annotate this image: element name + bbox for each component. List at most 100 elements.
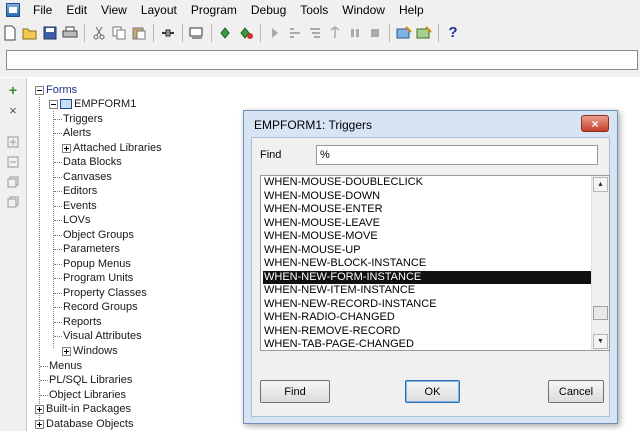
- tree-node-property-classes[interactable]: Property Classes: [54, 286, 147, 300]
- tree-node-parameters[interactable]: Parameters: [54, 242, 120, 256]
- trigger-list-items: WHEN-MOUSE-DOUBLECLICK WHEN-MOUSE-DOWN WHE…: [263, 176, 593, 350]
- paste-icon[interactable]: [130, 24, 148, 42]
- menu-tools[interactable]: Tools: [293, 0, 335, 20]
- expand-all-icon[interactable]: [5, 174, 21, 190]
- tree-node-canvases[interactable]: Canvases: [54, 170, 112, 184]
- tree-node-forms[interactable]: Forms: [35, 83, 77, 97]
- tree-node-events[interactable]: Events: [54, 199, 97, 213]
- toolbar-separator: [260, 23, 261, 42]
- new-icon[interactable]: [1, 24, 19, 42]
- triggers-dialog: EMPFORM1: Triggers × Find % WHEN-MOUSE-D…: [243, 110, 618, 424]
- tree-node-object-libraries[interactable]: Object Libraries: [40, 388, 126, 402]
- list-item[interactable]: WHEN-RADIO-CHANGED: [263, 311, 593, 325]
- list-item[interactable]: WHEN-MOUSE-UP: [263, 244, 593, 258]
- tree-node-reports[interactable]: Reports: [54, 315, 102, 329]
- tree-node-built-in-packages[interactable]: Built-in Packages: [35, 402, 131, 416]
- step-into-icon[interactable]: [266, 24, 284, 42]
- scroll-down-icon[interactable]: ▼: [593, 334, 608, 349]
- expand-icon[interactable]: [62, 143, 71, 153]
- list-item[interactable]: WHEN-MOUSE-DOUBLECLICK: [263, 176, 593, 190]
- toolbar-separator: [182, 23, 183, 42]
- menu-window[interactable]: Window: [335, 0, 392, 20]
- tree-node-attached-libraries[interactable]: Attached Libraries: [62, 141, 162, 155]
- create-icon[interactable]: +: [5, 82, 21, 98]
- find-input[interactable]: %: [316, 145, 598, 165]
- menu-view[interactable]: View: [94, 0, 134, 20]
- wizard-icon[interactable]: [395, 24, 413, 42]
- step-over-icon[interactable]: [286, 24, 304, 42]
- vertical-scrollbar[interactable]: ▲ ▼: [591, 176, 609, 350]
- app-icon: [6, 3, 20, 17]
- tree-node-popup-menus[interactable]: Popup Menus: [54, 257, 131, 271]
- tree-node-lovs[interactable]: LOVs: [54, 213, 91, 227]
- tree-node-database-objects[interactable]: Database Objects: [35, 417, 133, 431]
- save-icon[interactable]: [41, 24, 59, 42]
- tree-node-data-blocks[interactable]: Data Blocks: [54, 155, 122, 169]
- list-item[interactable]: WHEN-MOUSE-LEAVE: [263, 217, 593, 231]
- expand-icon[interactable]: [35, 404, 44, 414]
- tree-node-visual-attributes[interactable]: Visual Attributes: [54, 329, 142, 343]
- scroll-up-icon[interactable]: ▲: [593, 177, 608, 192]
- tree-node-alerts[interactable]: Alerts: [54, 126, 91, 140]
- trigger-list[interactable]: WHEN-MOUSE-DOUBLECLICK WHEN-MOUSE-DOWN WHE…: [260, 175, 610, 351]
- find-button[interactable]: Find: [260, 380, 330, 403]
- tree-node-editors[interactable]: Editors: [54, 184, 97, 198]
- run-form-icon[interactable]: [217, 24, 235, 42]
- layout-wizard-icon[interactable]: [415, 24, 433, 42]
- list-item[interactable]: WHEN-MOUSE-ENTER: [263, 203, 593, 217]
- menu-bar: File Edit View Layout Program Debug Tool…: [0, 0, 640, 20]
- menu-edit[interactable]: Edit: [59, 0, 94, 20]
- toolbar-separator: [389, 23, 390, 42]
- tree-node-plsql-libraries[interactable]: PL/SQL Libraries: [40, 373, 132, 387]
- command-field[interactable]: [6, 50, 638, 70]
- list-item[interactable]: WHEN-TAB-PAGE-CHANGED: [263, 338, 593, 350]
- pause-icon[interactable]: [346, 24, 364, 42]
- tree-node-program-units[interactable]: Program Units: [54, 271, 133, 285]
- close-button[interactable]: ×: [581, 115, 609, 132]
- collapse-icon[interactable]: [5, 154, 21, 170]
- tree-node-form[interactable]: EMPFORM1: [49, 97, 136, 111]
- expand-icon[interactable]: [5, 134, 21, 150]
- tree-node-menus[interactable]: Menus: [40, 359, 82, 373]
- list-item[interactable]: WHEN-NEW-RECORD-INSTANCE: [263, 298, 593, 312]
- expand-icon[interactable]: [35, 419, 44, 429]
- help-icon[interactable]: ?: [444, 24, 462, 42]
- menu-help[interactable]: Help: [392, 0, 431, 20]
- connect-icon[interactable]: [159, 24, 177, 42]
- tree-node-windows[interactable]: Windows: [62, 344, 118, 358]
- list-item[interactable]: WHEN-MOUSE-MOVE: [263, 230, 593, 244]
- stop-icon[interactable]: [366, 24, 384, 42]
- open-icon[interactable]: [21, 24, 39, 42]
- collapse-icon[interactable]: [35, 85, 44, 95]
- tree-node-record-groups[interactable]: Record Groups: [54, 300, 138, 314]
- cancel-button[interactable]: Cancel: [548, 380, 604, 403]
- dialog-body: Find % WHEN-MOUSE-DOUBLECLICK WHEN-MOUSE-…: [251, 137, 610, 417]
- collapse-all-icon[interactable]: [5, 194, 21, 210]
- list-item[interactable]: WHEN-NEW-FORM-INSTANCE: [263, 270, 593, 284]
- list-item[interactable]: WHEN-NEW-ITEM-INSTANCE: [263, 284, 593, 298]
- toolbar-separator: [211, 23, 212, 42]
- step-back-icon[interactable]: [326, 24, 344, 42]
- print-icon[interactable]: [61, 24, 79, 42]
- navigator-side-toolbar: + ×: [0, 78, 27, 431]
- list-item[interactable]: WHEN-NEW-BLOCK-INSTANCE: [263, 257, 593, 271]
- expand-icon[interactable]: [62, 346, 71, 356]
- collapse-icon[interactable]: [49, 99, 58, 109]
- compile-icon[interactable]: [188, 24, 206, 42]
- copy-icon[interactable]: [110, 24, 128, 42]
- scroll-thumb[interactable]: [593, 306, 608, 320]
- menu-program[interactable]: Program: [184, 0, 244, 20]
- menu-file[interactable]: File: [26, 0, 59, 20]
- list-item[interactable]: WHEN-MOUSE-DOWN: [263, 190, 593, 204]
- ok-button[interactable]: OK: [405, 380, 460, 403]
- delete-icon[interactable]: ×: [5, 102, 21, 118]
- find-label: Find: [260, 149, 282, 161]
- list-item[interactable]: WHEN-REMOVE-RECORD: [263, 325, 593, 339]
- cut-icon[interactable]: [90, 24, 108, 42]
- debug-run-icon[interactable]: [237, 24, 255, 42]
- menu-debug[interactable]: Debug: [244, 0, 293, 20]
- tree-node-triggers[interactable]: Triggers: [54, 112, 103, 126]
- tree-node-object-groups[interactable]: Object Groups: [54, 228, 134, 242]
- menu-layout[interactable]: Layout: [134, 0, 184, 20]
- step-out-icon[interactable]: [306, 24, 324, 42]
